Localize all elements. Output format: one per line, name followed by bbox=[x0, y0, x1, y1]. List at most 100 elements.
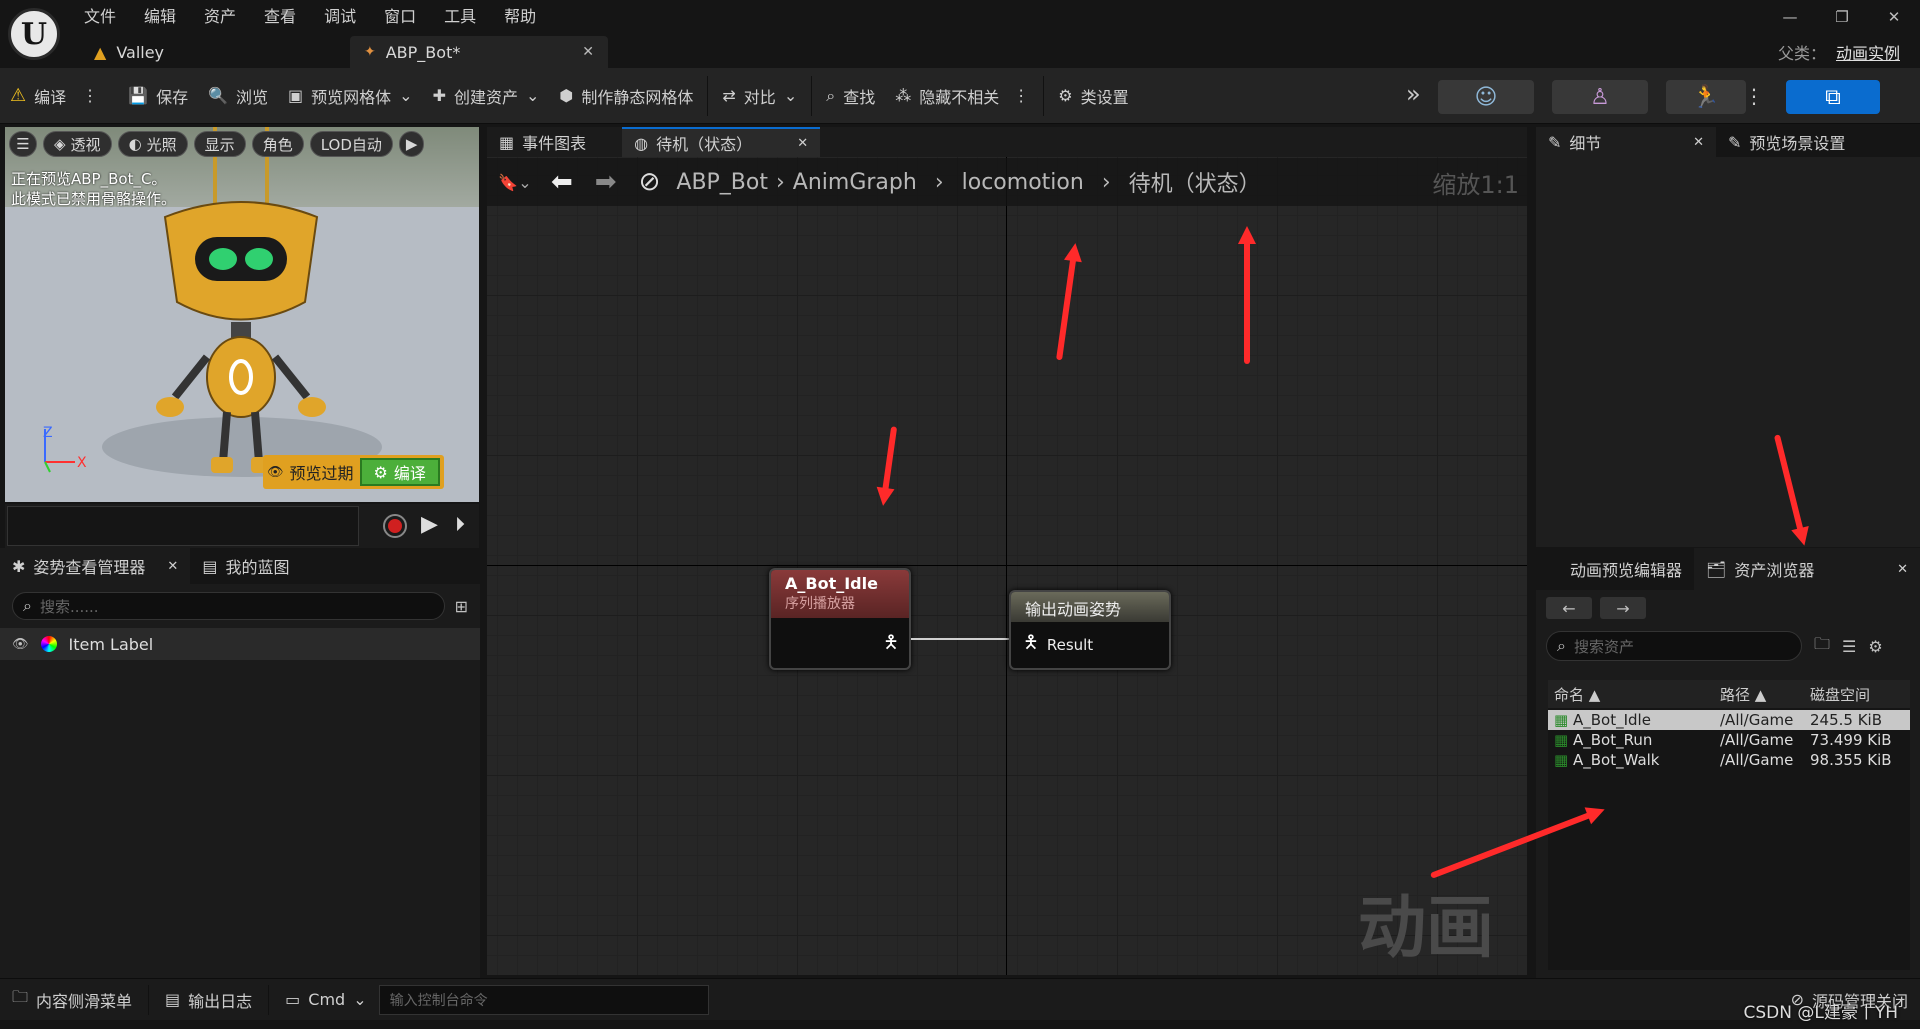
table-row[interactable]: ▦ A_Bot_Run /All/Game 73.499 KiB bbox=[1548, 730, 1910, 750]
pencil-icon: ✎ bbox=[1548, 132, 1562, 152]
node-title: 输出动画姿势 bbox=[1025, 600, 1122, 619]
create-asset-button[interactable]: ✚ 创建资产 ⌄ bbox=[423, 68, 550, 124]
compile-button[interactable]: ⚠ 编译 ⋮ bbox=[0, 68, 108, 124]
breadcrumb-idle-state[interactable]: 待机（状态） bbox=[1129, 166, 1261, 198]
breadcrumb-animgraph[interactable]: AnimGraph bbox=[793, 170, 917, 195]
history-back-icon[interactable]: ← bbox=[1546, 597, 1592, 619]
tab-state[interactable]: ◍ 待机（状态） ✕ bbox=[622, 127, 821, 157]
menu-edit[interactable]: 编辑 bbox=[144, 3, 176, 27]
show-button[interactable]: 显示 bbox=[193, 131, 246, 157]
more-options-icon[interactable]: ⋮ bbox=[1013, 86, 1029, 105]
tab-pose-watch[interactable]: ✱ 姿势查看管理器 ✕ bbox=[0, 548, 191, 584]
make-static-mesh-button[interactable]: ⬢ 制作静态网格体 bbox=[549, 68, 703, 124]
output-pose-node[interactable]: 输出动画姿势 🯅 Result bbox=[1009, 590, 1171, 670]
column-name[interactable]: 命名 ▲ bbox=[1548, 684, 1714, 705]
character-button[interactable]: 角色 bbox=[251, 131, 304, 157]
class-settings-button[interactable]: ⚙ 类设置 bbox=[1048, 68, 1138, 124]
tab-asset[interactable]: ✦ ABP_Bot* ✕ bbox=[350, 36, 608, 68]
menu-view[interactable]: 查看 bbox=[264, 3, 296, 27]
close-icon[interactable]: ✕ bbox=[167, 559, 178, 574]
tab-preview-scene[interactable]: ✎ 预览场景设置 bbox=[1716, 127, 1857, 157]
tab-event-graph[interactable]: ▦ 事件图表 bbox=[487, 127, 598, 157]
folder-icon[interactable]: 🗀 bbox=[1814, 633, 1830, 660]
console-input[interactable]: 输入控制台命令 bbox=[378, 984, 709, 1015]
table-row[interactable]: ▦ A_Bot_Idle /All/Game 245.5 KiB bbox=[1548, 710, 1910, 730]
pose-pin-icon[interactable]: 🯅 bbox=[1023, 630, 1039, 660]
close-icon[interactable]: ✕ bbox=[1693, 135, 1704, 150]
cmd-dropdown[interactable]: ▭ Cmd ⌄ bbox=[273, 979, 378, 1021]
menu-debug[interactable]: 调试 bbox=[324, 3, 356, 27]
output-log-button[interactable]: ▤ 输出日志 bbox=[153, 979, 264, 1021]
menu-window[interactable]: 窗口 bbox=[384, 3, 416, 27]
anim-blueprint-icon: ✦ bbox=[364, 44, 376, 60]
add-folder-icon[interactable]: ⊞ bbox=[455, 597, 468, 616]
unreal-logo-icon[interactable]: U bbox=[8, 8, 60, 60]
left-search-input[interactable]: ⌕ 搜索...... bbox=[12, 592, 445, 620]
mode-mesh-button[interactable]: ♙ bbox=[1552, 80, 1648, 114]
save-button[interactable]: 💾 保存 bbox=[118, 68, 198, 124]
more-options-icon[interactable]: ⋮ bbox=[82, 86, 98, 105]
back-icon[interactable]: ⬅ bbox=[551, 167, 573, 197]
viewport-compile-button[interactable]: ⚙ 编译 bbox=[359, 458, 440, 486]
more-options-icon[interactable]: ⋮ bbox=[1744, 84, 1764, 108]
diff-button[interactable]: ⇄ 对比 ⌄ bbox=[712, 68, 807, 124]
column-path[interactable]: 路径 ▲ bbox=[1714, 684, 1804, 705]
browse-button[interactable]: 🔍 浏览 bbox=[198, 68, 278, 124]
step-forward-icon[interactable]: ⏵ bbox=[455, 512, 465, 536]
perspective-button[interactable]: ◈ 透视 bbox=[43, 131, 112, 157]
column-size[interactable]: 磁盘空间 bbox=[1804, 684, 1870, 705]
zoom-label: 缩放1:1 bbox=[1432, 170, 1519, 199]
minimize-icon[interactable]: — bbox=[1764, 8, 1816, 26]
parent-class-link[interactable]: 动画实例 bbox=[1836, 40, 1900, 64]
close-icon[interactable]: ✕ bbox=[1897, 562, 1908, 577]
close-icon[interactable]: ✕ bbox=[582, 44, 594, 60]
preview-viewport[interactable]: ☰ ◈ 透视 ◐ 光照 显示 角色 LOD自动 ▶ 正在预览ABP_Bot_C。 此… bbox=[5, 127, 479, 502]
breadcrumb-abp-bot[interactable]: ABP_Bot bbox=[676, 170, 768, 195]
mode-animation-button[interactable]: 🏃 bbox=[1666, 80, 1746, 114]
tab-my-blueprint[interactable]: ▤ 我的蓝图 bbox=[190, 548, 301, 584]
mode-skeleton-button[interactable]: ☺ bbox=[1438, 80, 1534, 114]
preview-mesh-button[interactable]: ▣ 预览网格体 ⌄ bbox=[278, 68, 423, 124]
breadcrumb-locomotion[interactable]: locomotion bbox=[962, 170, 1084, 195]
viewport-menu-button[interactable]: ☰ bbox=[9, 131, 37, 157]
play-icon[interactable]: ▶ bbox=[421, 512, 438, 537]
list-item[interactable]: 👁 Item Label bbox=[0, 628, 480, 660]
sequence-player-node[interactable]: A_Bot_Idle 序列播放器 🯅 bbox=[769, 568, 911, 670]
hide-unrelated-button[interactable]: ⁂ 隐藏不相关 ⋮ bbox=[885, 68, 1039, 124]
pose-pin-icon[interactable]: 🯅 bbox=[883, 630, 899, 660]
gear-icon[interactable]: ⚙ bbox=[1868, 637, 1882, 656]
tab-level[interactable]: ▲ Valley bbox=[80, 36, 346, 68]
close-window-icon[interactable]: ✕ bbox=[1868, 8, 1920, 26]
lod-button[interactable]: LOD自动 bbox=[309, 131, 393, 157]
forward-icon[interactable]: ➡ bbox=[595, 167, 617, 197]
bookmark-icon[interactable]: 🔖⌄ bbox=[487, 173, 543, 192]
menu-asset[interactable]: 资产 bbox=[204, 3, 236, 27]
menu-help[interactable]: 帮助 bbox=[504, 3, 536, 27]
record-button[interactable] bbox=[383, 514, 407, 538]
find-button[interactable]: ⌕ 查找 bbox=[816, 68, 885, 124]
menu-file[interactable]: 文件 bbox=[84, 3, 116, 27]
anim-graph-canvas[interactable] bbox=[487, 127, 1527, 975]
asset-search-input[interactable]: ⌕ 搜索资产 bbox=[1546, 631, 1802, 661]
table-row[interactable]: ▦ A_Bot_Walk /All/Game 98.355 KiB bbox=[1548, 750, 1910, 770]
timeline-scrubber[interactable] bbox=[7, 506, 359, 546]
history-forward-icon[interactable]: → bbox=[1600, 597, 1646, 619]
play-button[interactable]: ▶ bbox=[398, 131, 425, 157]
lighting-button[interactable]: ◐ 光照 bbox=[117, 131, 188, 157]
filter-icon[interactable]: ☰ bbox=[1842, 637, 1856, 656]
tab-anim-preview-editor[interactable]: 动画预览编辑器 bbox=[1536, 548, 1694, 590]
log-icon: ▤ bbox=[165, 990, 181, 1009]
mode-blueprint-button[interactable]: ⧉ bbox=[1786, 80, 1880, 114]
status-bar: 🗀 内容侧滑菜单 ▤ 输出日志 ▭ Cmd ⌄ 输入控制台命令 ⊘ 源码管理关闭 bbox=[0, 978, 1920, 1020]
close-icon[interactable]: ✕ bbox=[797, 136, 808, 151]
tab-asset-browser[interactable]: 🗂 资产浏览器 ✕ bbox=[1694, 548, 1920, 590]
eye-icon[interactable]: 👁 bbox=[12, 637, 29, 652]
origin-line-v bbox=[1006, 127, 1007, 975]
content-drawer-button[interactable]: 🗀 内容侧滑菜单 bbox=[0, 979, 144, 1021]
state-machine-icon: ⊘ bbox=[638, 167, 661, 197]
expand-toolbar-icon[interactable]: » bbox=[1406, 80, 1421, 108]
restore-icon[interactable]: ❐ bbox=[1816, 8, 1868, 26]
menu-tools[interactable]: 工具 bbox=[444, 3, 476, 27]
tab-details[interactable]: ✎ 细节 ✕ bbox=[1536, 127, 1716, 157]
state-icon: ◍ bbox=[634, 133, 649, 153]
